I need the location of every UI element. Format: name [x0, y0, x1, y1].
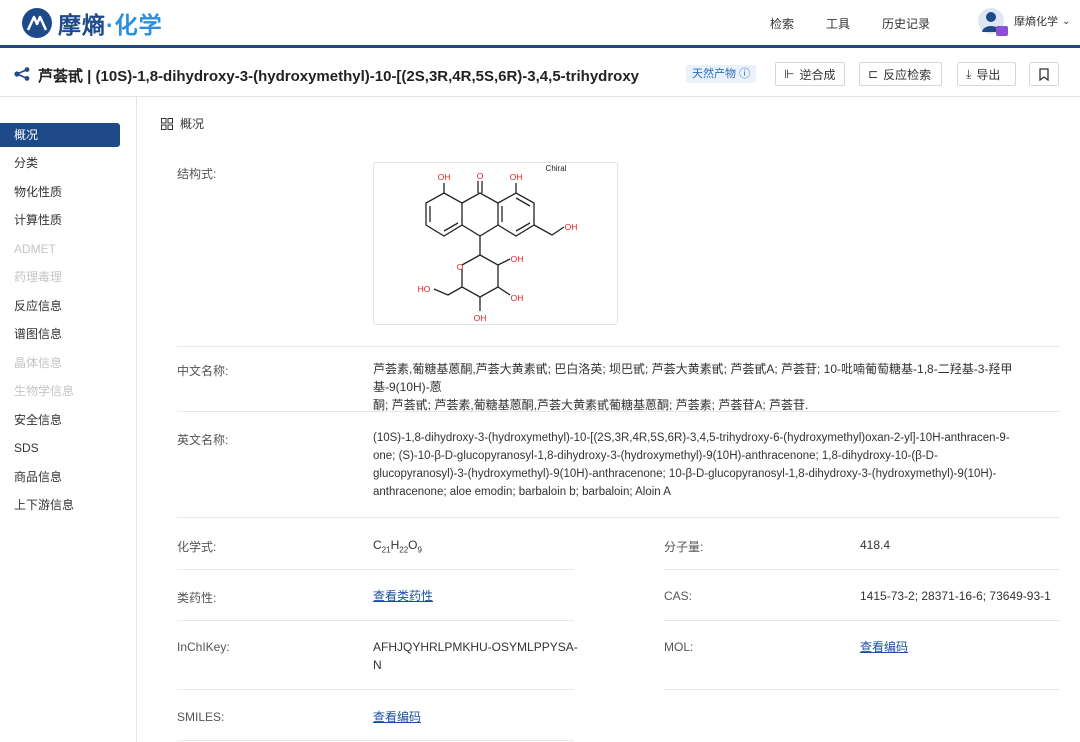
divider: [177, 740, 574, 741]
sidebar-item-reactions[interactable]: 反应信息: [0, 294, 120, 318]
svg-text:O: O: [477, 171, 484, 181]
molecule-structure: OH O OH OH O OH HO OH OH Chiral: [418, 164, 578, 323]
divider: [177, 346, 1060, 347]
en-name-value: (10S)-1,8-dihydroxy-3-(hydroxymethyl)-10…: [373, 429, 1073, 501]
page-title: 芦荟甙 | (10S)-1,8-dihydroxy-3-(hydroxymeth…: [38, 68, 640, 85]
svg-text:OH: OH: [565, 222, 578, 232]
logo[interactable]: 摩熵·化学: [22, 6, 163, 40]
en-name-line: glucopyranosyl)-3-(hydroxymethyl)-9(10H)…: [373, 468, 997, 480]
export-button[interactable]: ⤓ 导出: [957, 62, 1016, 86]
nav-history[interactable]: 历史记录: [882, 15, 930, 32]
section-title: 概况: [180, 117, 205, 131]
retrosynthesis-button[interactable]: ⊩ 逆合成: [775, 62, 845, 86]
nav-tools[interactable]: 工具: [826, 15, 850, 32]
sidebar-item-spectra[interactable]: 谱图信息: [0, 322, 120, 346]
sidebar-item-biology: 生物学信息: [14, 384, 75, 398]
sidebar-item-pharmtox: 药理毒理: [14, 270, 63, 284]
divider: [177, 517, 1060, 518]
help-icon: ⓘ: [739, 68, 751, 80]
svg-text:O: O: [457, 262, 464, 272]
svg-text:HO: HO: [418, 284, 431, 294]
natural-product-tag[interactable]: 天然产物 ⓘ: [686, 65, 757, 83]
divider: [177, 689, 574, 690]
nav-search[interactable]: 检索: [770, 15, 794, 32]
smiles-label: SMILES:: [177, 710, 225, 724]
download-icon: ⤓: [966, 66, 972, 81]
divider: [664, 569, 1060, 570]
sidebar-item-computed[interactable]: 计算性质: [0, 208, 120, 232]
share-icon[interactable]: [14, 67, 30, 84]
sidebar-item-sds[interactable]: SDS: [0, 436, 120, 460]
sidebar-item-physchem[interactable]: 物化性质: [0, 180, 120, 204]
en-name-line: one; (S)-10-β-D-glucopyranosyl-1,8-dihyd…: [373, 450, 938, 462]
formula-label: 化学式:: [177, 540, 217, 554]
svg-text:OH: OH: [510, 172, 523, 182]
inchikey-value: AFHJQYHRLPMKHU-OSYMLPPYSA- N: [373, 638, 578, 674]
mw-value: 418.4: [860, 538, 891, 552]
divider: [177, 620, 574, 621]
avatar: [978, 8, 1008, 36]
top-bar: 摩熵·化学 检索 工具 历史记录 摩熵化学 ⌄: [0, 0, 1080, 46]
structure-label: 结构式:: [177, 167, 217, 181]
grid-icon: [161, 117, 173, 130]
user-name: 摩熵化学: [1014, 16, 1058, 28]
title-bar: 芦荟甙 | (10S)-1,8-dihydroxy-3-(hydroxymeth…: [0, 48, 1080, 97]
cn-name-label: 中文名称:: [177, 364, 229, 378]
svg-text:OH: OH: [474, 313, 487, 323]
bookmark-button[interactable]: [1029, 62, 1059, 86]
logo-icon: [22, 8, 52, 38]
vip-badge-icon: [996, 26, 1008, 36]
bookmark-icon: [1039, 67, 1049, 81]
sidebar: 概况 分类 物化性质 计算性质 ADMET 药理毒理 反应信息 谱图信息 晶体信…: [0, 97, 137, 742]
sidebar-item-classification[interactable]: 分类: [0, 151, 120, 175]
logo-text: 摩熵·化学: [58, 12, 163, 38]
reaction-search-icon: ⊏: [868, 67, 879, 81]
en-name-line: anthracenone; aloe emodin; barbaloin b; …: [373, 486, 671, 498]
reaction-search-button[interactable]: ⊏ 反应检索: [859, 62, 942, 86]
divider: [664, 689, 1060, 690]
cas-label: CAS:: [664, 589, 693, 603]
cn-name-value: 芦荟素,葡糖基蒽酮,芦荟大黄素甙; 巴白洛英; 坝巴甙; 芦荟大黄素甙; 芦荟甙…: [373, 360, 1063, 414]
druglike-label: 类药性:: [177, 591, 217, 605]
retrosynthesis-icon: ⊩: [784, 67, 795, 81]
svg-text:Chiral: Chiral: [546, 164, 567, 173]
inchikey-line: AFHJQYHRLPMKHU-OSYMLPPYSA-: [373, 640, 578, 654]
mw-label: 分子量:: [664, 540, 704, 554]
divider: [664, 620, 1060, 621]
sidebar-item-admet: ADMET: [14, 242, 56, 256]
cas-value: 1415-73-2; 28371-16-6; 73649-93-1: [860, 589, 1051, 603]
svg-text:OH: OH: [511, 293, 524, 303]
divider: [177, 569, 574, 570]
sidebar-item-safety[interactable]: 安全信息: [0, 408, 120, 432]
mol-link[interactable]: 查看编码: [860, 638, 908, 656]
svg-text:OH: OH: [511, 254, 524, 264]
sidebar-item-crystal: 晶体信息: [14, 356, 63, 370]
user-menu[interactable]: 摩熵化学 ⌄: [978, 8, 1071, 36]
inchikey-label: InChIKey:: [177, 640, 230, 654]
svg-text:OH: OH: [438, 172, 451, 182]
sidebar-item-products[interactable]: 商品信息: [0, 465, 120, 489]
en-name-label: 英文名称:: [177, 433, 229, 447]
chevron-down-icon: ⌄: [1062, 15, 1071, 27]
smiles-link[interactable]: 查看编码: [373, 708, 421, 726]
inchikey-line: N: [373, 658, 382, 672]
sidebar-item-overview[interactable]: 概况: [0, 123, 120, 147]
cn-name-line: 芦荟素,葡糖基蒽酮,芦荟大黄素甙; 巴白洛英; 坝巴甙; 芦荟大黄素甙; 芦荟甙…: [373, 362, 1013, 394]
sidebar-item-supply-chain[interactable]: 上下游信息: [0, 493, 120, 517]
divider: [177, 411, 1060, 412]
en-name-line: (10S)-1,8-dihydroxy-3-(hydroxymethyl)-10…: [373, 432, 1010, 444]
druglike-link[interactable]: 查看类药性: [373, 587, 433, 605]
structure-image[interactable]: OH O OH OH O OH HO OH OH Chiral: [373, 162, 618, 325]
section-header-overview: 概况: [161, 115, 204, 132]
mol-label: MOL:: [664, 640, 694, 654]
formula-value: C21H22O9: [373, 538, 422, 555]
